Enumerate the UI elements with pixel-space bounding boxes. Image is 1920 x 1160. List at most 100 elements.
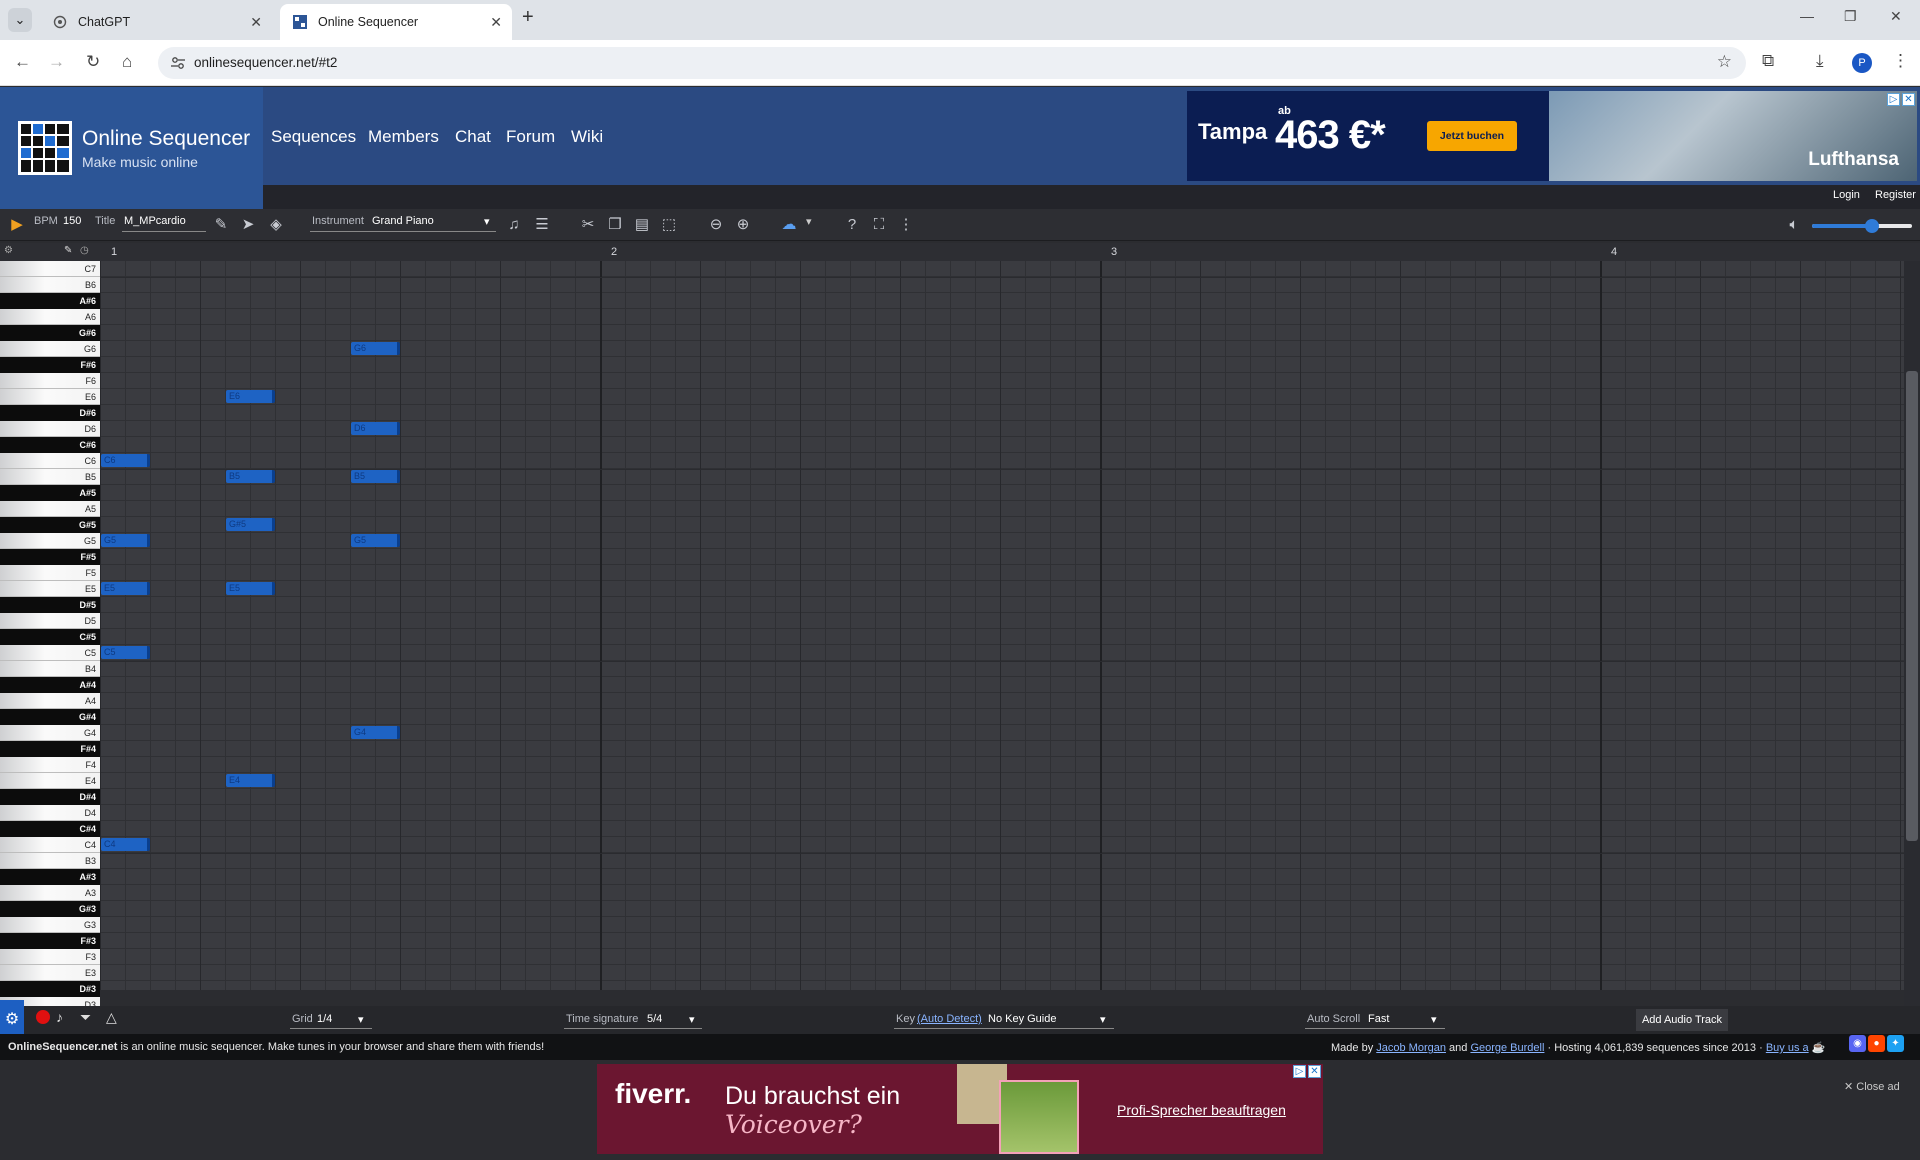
- piano-key[interactable]: G#3: [0, 901, 100, 917]
- gear-icon[interactable]: ⚙: [4, 245, 13, 256]
- paste-icon[interactable]: ▤: [632, 215, 652, 235]
- piano-key[interactable]: E6: [0, 389, 100, 405]
- eraser-icon[interactable]: ◈: [266, 215, 286, 235]
- piano-key[interactable]: B3: [0, 853, 100, 869]
- piano-key[interactable]: A4: [0, 693, 100, 709]
- note-block[interactable]: D6: [351, 422, 400, 435]
- piano-key[interactable]: C5: [0, 645, 100, 661]
- measure-ruler[interactable]: ⚙ ✎ ◷ 1 2 3 4: [0, 243, 1920, 261]
- piano-key[interactable]: F3: [0, 949, 100, 965]
- minimize-icon[interactable]: —: [1800, 8, 1814, 24]
- adchoices-icon[interactable]: ▷: [1293, 1065, 1306, 1078]
- metronome-icon[interactable]: △: [106, 1009, 117, 1026]
- piano-key[interactable]: E4: [0, 773, 100, 789]
- copy-icon[interactable]: ❐: [605, 215, 625, 235]
- note-block[interactable]: G5: [101, 534, 150, 547]
- login-link[interactable]: Login: [1833, 189, 1860, 201]
- piano-key[interactable]: F4: [0, 757, 100, 773]
- chevron-down-icon[interactable]: ▾: [689, 1013, 695, 1026]
- buy-us-link[interactable]: Buy us a: [1766, 1042, 1809, 1054]
- nav-members[interactable]: Members: [368, 127, 439, 147]
- tab-online-sequencer[interactable]: Online Sequencer ✕: [280, 4, 512, 40]
- tab-chatgpt[interactable]: ChatGPT ✕: [40, 4, 272, 40]
- select-box-icon[interactable]: ⬚: [659, 215, 679, 235]
- ad-close-icon[interactable]: ✕: [1902, 93, 1915, 106]
- piano-key[interactable]: G#6: [0, 325, 100, 341]
- cloud-upload-icon[interactable]: ☁: [779, 215, 799, 235]
- note-block[interactable]: G6: [351, 342, 400, 355]
- piano-key[interactable]: E3: [0, 965, 100, 981]
- piano-key[interactable]: B4: [0, 661, 100, 677]
- nav-forum[interactable]: Forum: [506, 127, 555, 147]
- piano-key[interactable]: G6: [0, 341, 100, 357]
- close-window-icon[interactable]: ✕: [1890, 8, 1902, 25]
- cut-icon[interactable]: ✂: [578, 215, 598, 235]
- piano-key[interactable]: E5: [0, 581, 100, 597]
- note-block[interactable]: E5: [101, 582, 150, 595]
- instrument-select[interactable]: Grand Piano: [372, 215, 434, 227]
- back-arrow-icon[interactable]: ←: [14, 52, 31, 72]
- record-icon[interactable]: [36, 1010, 50, 1024]
- piano-key[interactable]: A#3: [0, 869, 100, 885]
- auto-detect-link[interactable]: (Auto Detect): [917, 1013, 982, 1025]
- bpm-field[interactable]: 150: [63, 215, 81, 227]
- piano-key[interactable]: A#6: [0, 293, 100, 309]
- note-block[interactable]: E5: [226, 582, 275, 595]
- volume-slider[interactable]: [1812, 219, 1912, 233]
- clock-icon[interactable]: ◷: [80, 245, 89, 256]
- reddit-icon[interactable]: ●: [1868, 1035, 1885, 1052]
- note-block[interactable]: G4: [351, 726, 400, 739]
- chevron-down-icon[interactable]: ▾: [484, 215, 490, 228]
- volume-icon[interactable]: 🔈︎: [1784, 215, 1804, 235]
- new-tab-icon[interactable]: +: [522, 6, 534, 29]
- piano-key[interactable]: D#3: [0, 981, 100, 997]
- bookmark-star-icon[interactable]: ☆: [1717, 52, 1732, 72]
- piano-key[interactable]: G4: [0, 725, 100, 741]
- piano-key[interactable]: G#4: [0, 709, 100, 725]
- note-block[interactable]: B5: [226, 470, 275, 483]
- vertical-scrollbar[interactable]: [1904, 261, 1920, 1006]
- nav-chat[interactable]: Chat: [455, 127, 491, 147]
- piano-key[interactable]: A#5: [0, 485, 100, 501]
- pointer-tool-icon[interactable]: ➤: [238, 215, 258, 235]
- piano-key[interactable]: D4: [0, 805, 100, 821]
- sliders-icon[interactable]: ☰: [532, 215, 552, 235]
- piano-key[interactable]: B6: [0, 277, 100, 293]
- piano-key[interactable]: A5: [0, 501, 100, 517]
- nav-sequences[interactable]: Sequences: [271, 127, 356, 147]
- piano-key[interactable]: C#6: [0, 437, 100, 453]
- piano-key[interactable]: F#5: [0, 549, 100, 565]
- note-block[interactable]: B5: [351, 470, 400, 483]
- piano-key[interactable]: C4: [0, 837, 100, 853]
- piano-key[interactable]: G3: [0, 917, 100, 933]
- register-link[interactable]: Register: [1875, 189, 1916, 201]
- close-tab-icon[interactable]: ✕: [490, 4, 502, 40]
- piano-key[interactable]: C#5: [0, 629, 100, 645]
- play-icon[interactable]: ▶: [7, 215, 27, 235]
- piano-key[interactable]: B5: [0, 469, 100, 485]
- add-audio-track-button[interactable]: Add Audio Track: [1636, 1009, 1728, 1031]
- piano-key[interactable]: D#4: [0, 789, 100, 805]
- piano-key[interactable]: F#6: [0, 357, 100, 373]
- scroll-thumb[interactable]: [1906, 371, 1918, 841]
- piano-key[interactable]: A#4: [0, 677, 100, 693]
- piano-key[interactable]: F#4: [0, 741, 100, 757]
- volume-knob[interactable]: [1865, 219, 1879, 233]
- instrument-settings-icon[interactable]: ♫: [504, 215, 524, 235]
- forward-arrow-icon[interactable]: →: [48, 52, 65, 72]
- ad-cta-link[interactable]: Profi-Sprecher beauftragen: [1117, 1102, 1286, 1118]
- extensions-icon[interactable]: ⧉: [1762, 51, 1774, 71]
- key-select[interactable]: No Key Guide: [988, 1013, 1056, 1025]
- note-block[interactable]: G#5: [226, 518, 275, 531]
- piano-key[interactable]: D6: [0, 421, 100, 437]
- note-block[interactable]: C5: [101, 646, 150, 659]
- chevron-down-icon[interactable]: ▾: [1431, 1013, 1437, 1026]
- note-block[interactable]: G5: [351, 534, 400, 547]
- download-icon[interactable]: ⤓: [1816, 51, 1824, 71]
- piano-key[interactable]: C6: [0, 453, 100, 469]
- note-block[interactable]: E4: [226, 774, 275, 787]
- piano-key[interactable]: D5: [0, 613, 100, 629]
- nav-wiki[interactable]: Wiki: [571, 127, 603, 147]
- piano-key[interactable]: F#3: [0, 933, 100, 949]
- logo-block[interactable]: Online Sequencer Make music online: [0, 87, 263, 209]
